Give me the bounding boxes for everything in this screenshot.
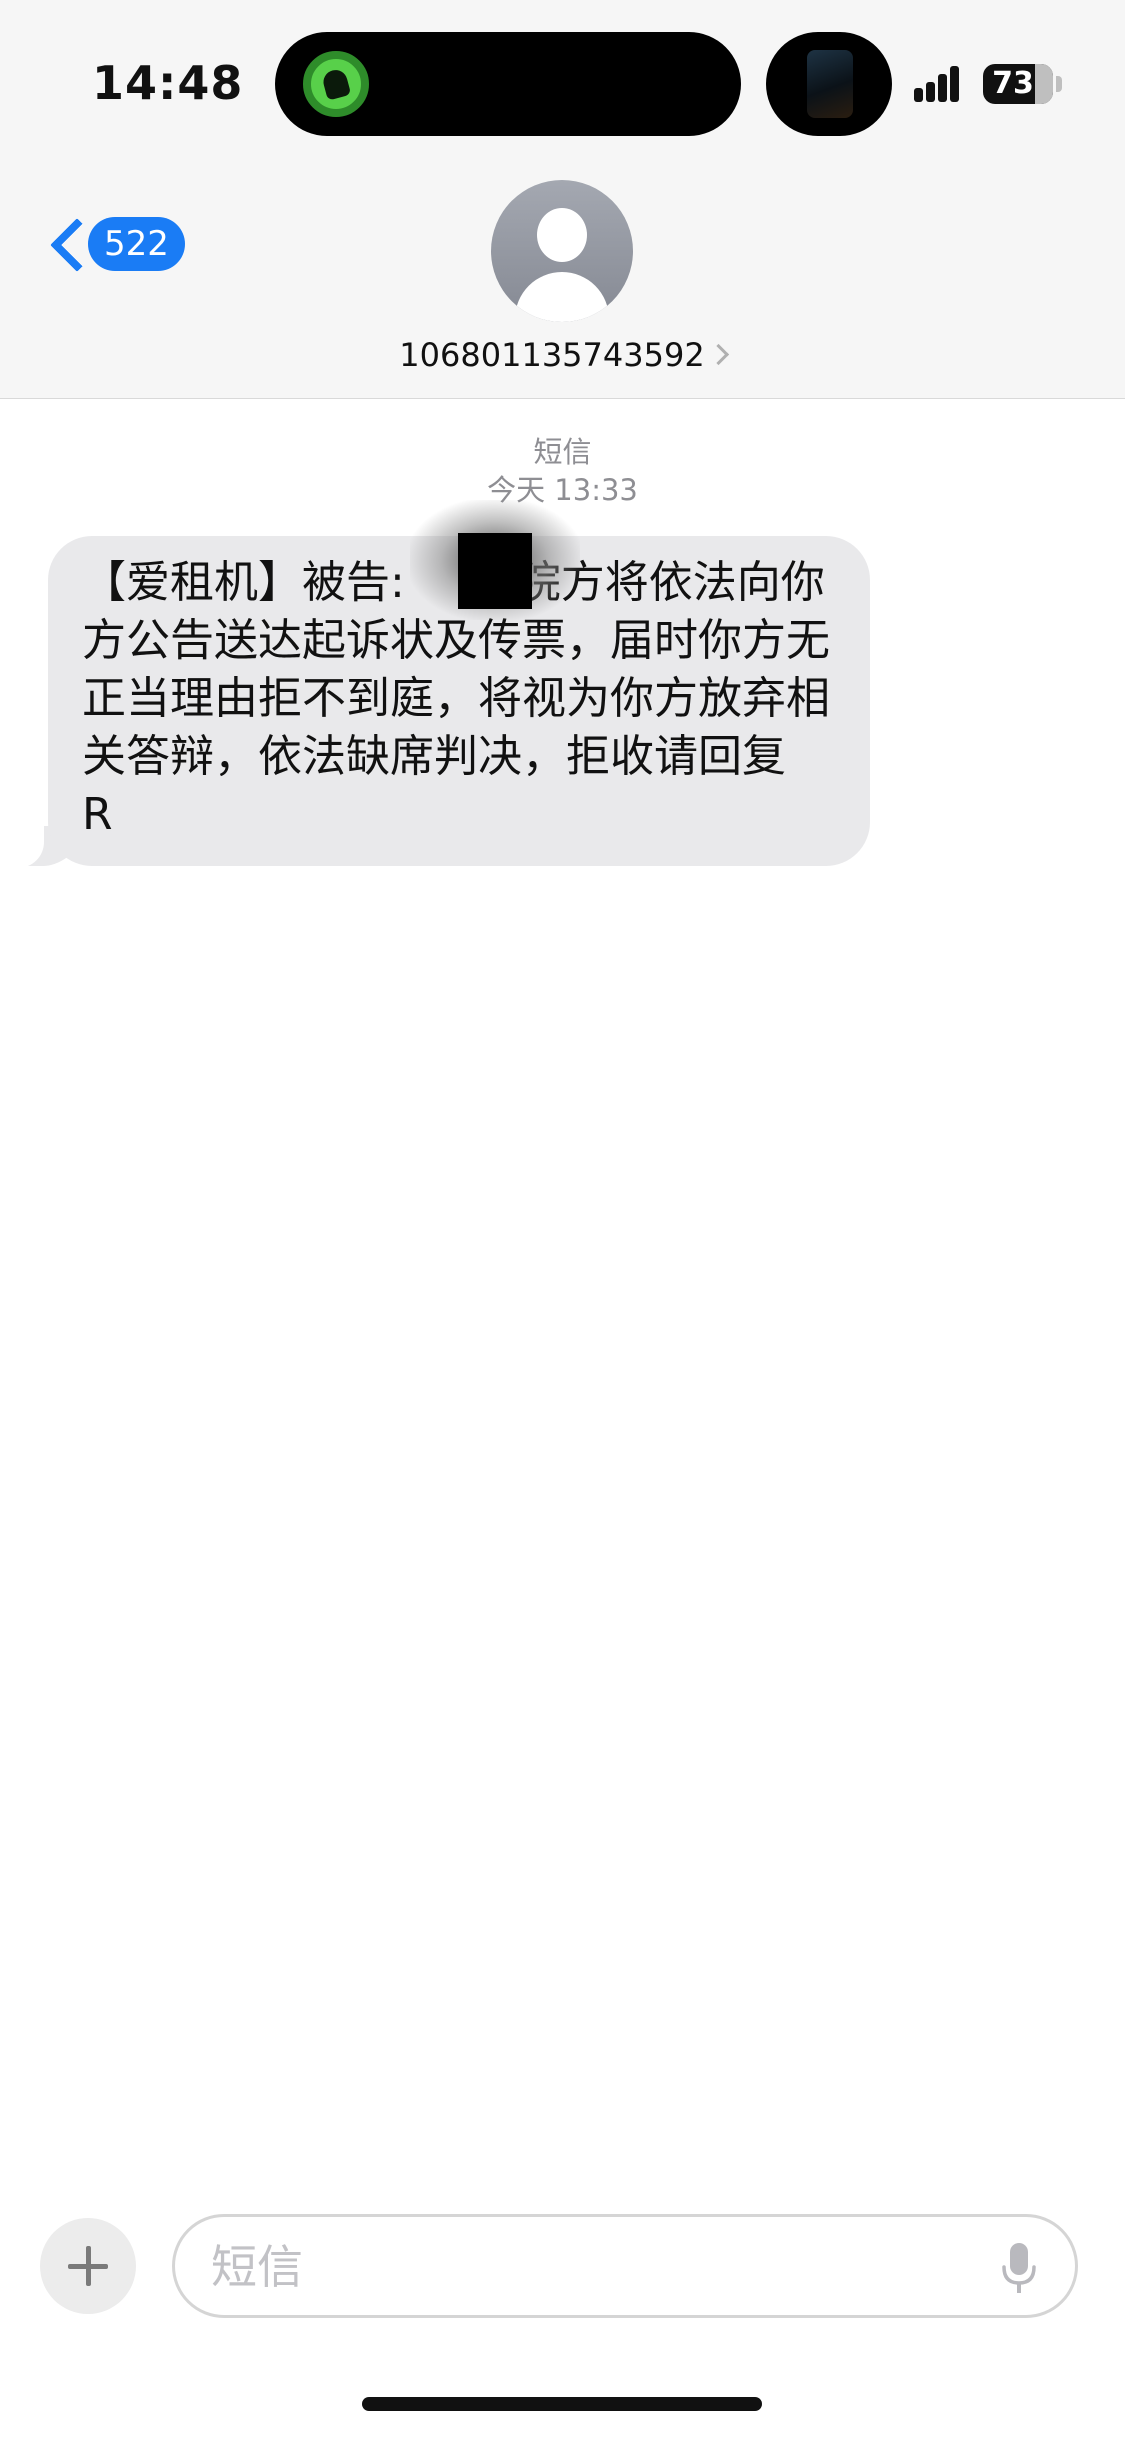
message-input-placeholder: 短信 <box>211 2240 303 2294</box>
battery-icon: 73 <box>983 64 1053 104</box>
cellular-signal-icon <box>914 66 968 102</box>
battery-level: 73 <box>992 66 1034 101</box>
dynamic-island[interactable] <box>275 32 741 136</box>
conversation-header: 14:48 73 522 106801135743592 <box>0 0 1125 399</box>
contact-number: 106801135743592 <box>399 336 705 374</box>
back-button[interactable]: 522 <box>44 212 185 276</box>
plus-icon[interactable] <box>40 2218 136 2314</box>
contact-details-link[interactable]: 106801135743592 <box>0 332 1125 378</box>
message-input[interactable]: 短信 <box>172 2214 1078 2318</box>
now-playing-island[interactable] <box>766 32 892 136</box>
microphone-icon[interactable] <box>999 2241 1039 2297</box>
home-indicator[interactable] <box>362 2397 762 2411</box>
contact-avatar-icon[interactable] <box>491 180 633 322</box>
service-label: 短信 <box>533 435 592 469</box>
status-time: 14:48 <box>92 56 244 110</box>
messages-screen: 14:48 73 522 106801135743592 短信 今天 13:33… <box>0 0 1125 2439</box>
battery-nub <box>1056 76 1062 92</box>
chevron-left-icon <box>44 212 88 276</box>
redaction-block <box>458 533 532 609</box>
chevron-right-icon <box>707 343 729 365</box>
activity-icon <box>303 51 369 117</box>
now-playing-thumbnail <box>807 50 853 118</box>
